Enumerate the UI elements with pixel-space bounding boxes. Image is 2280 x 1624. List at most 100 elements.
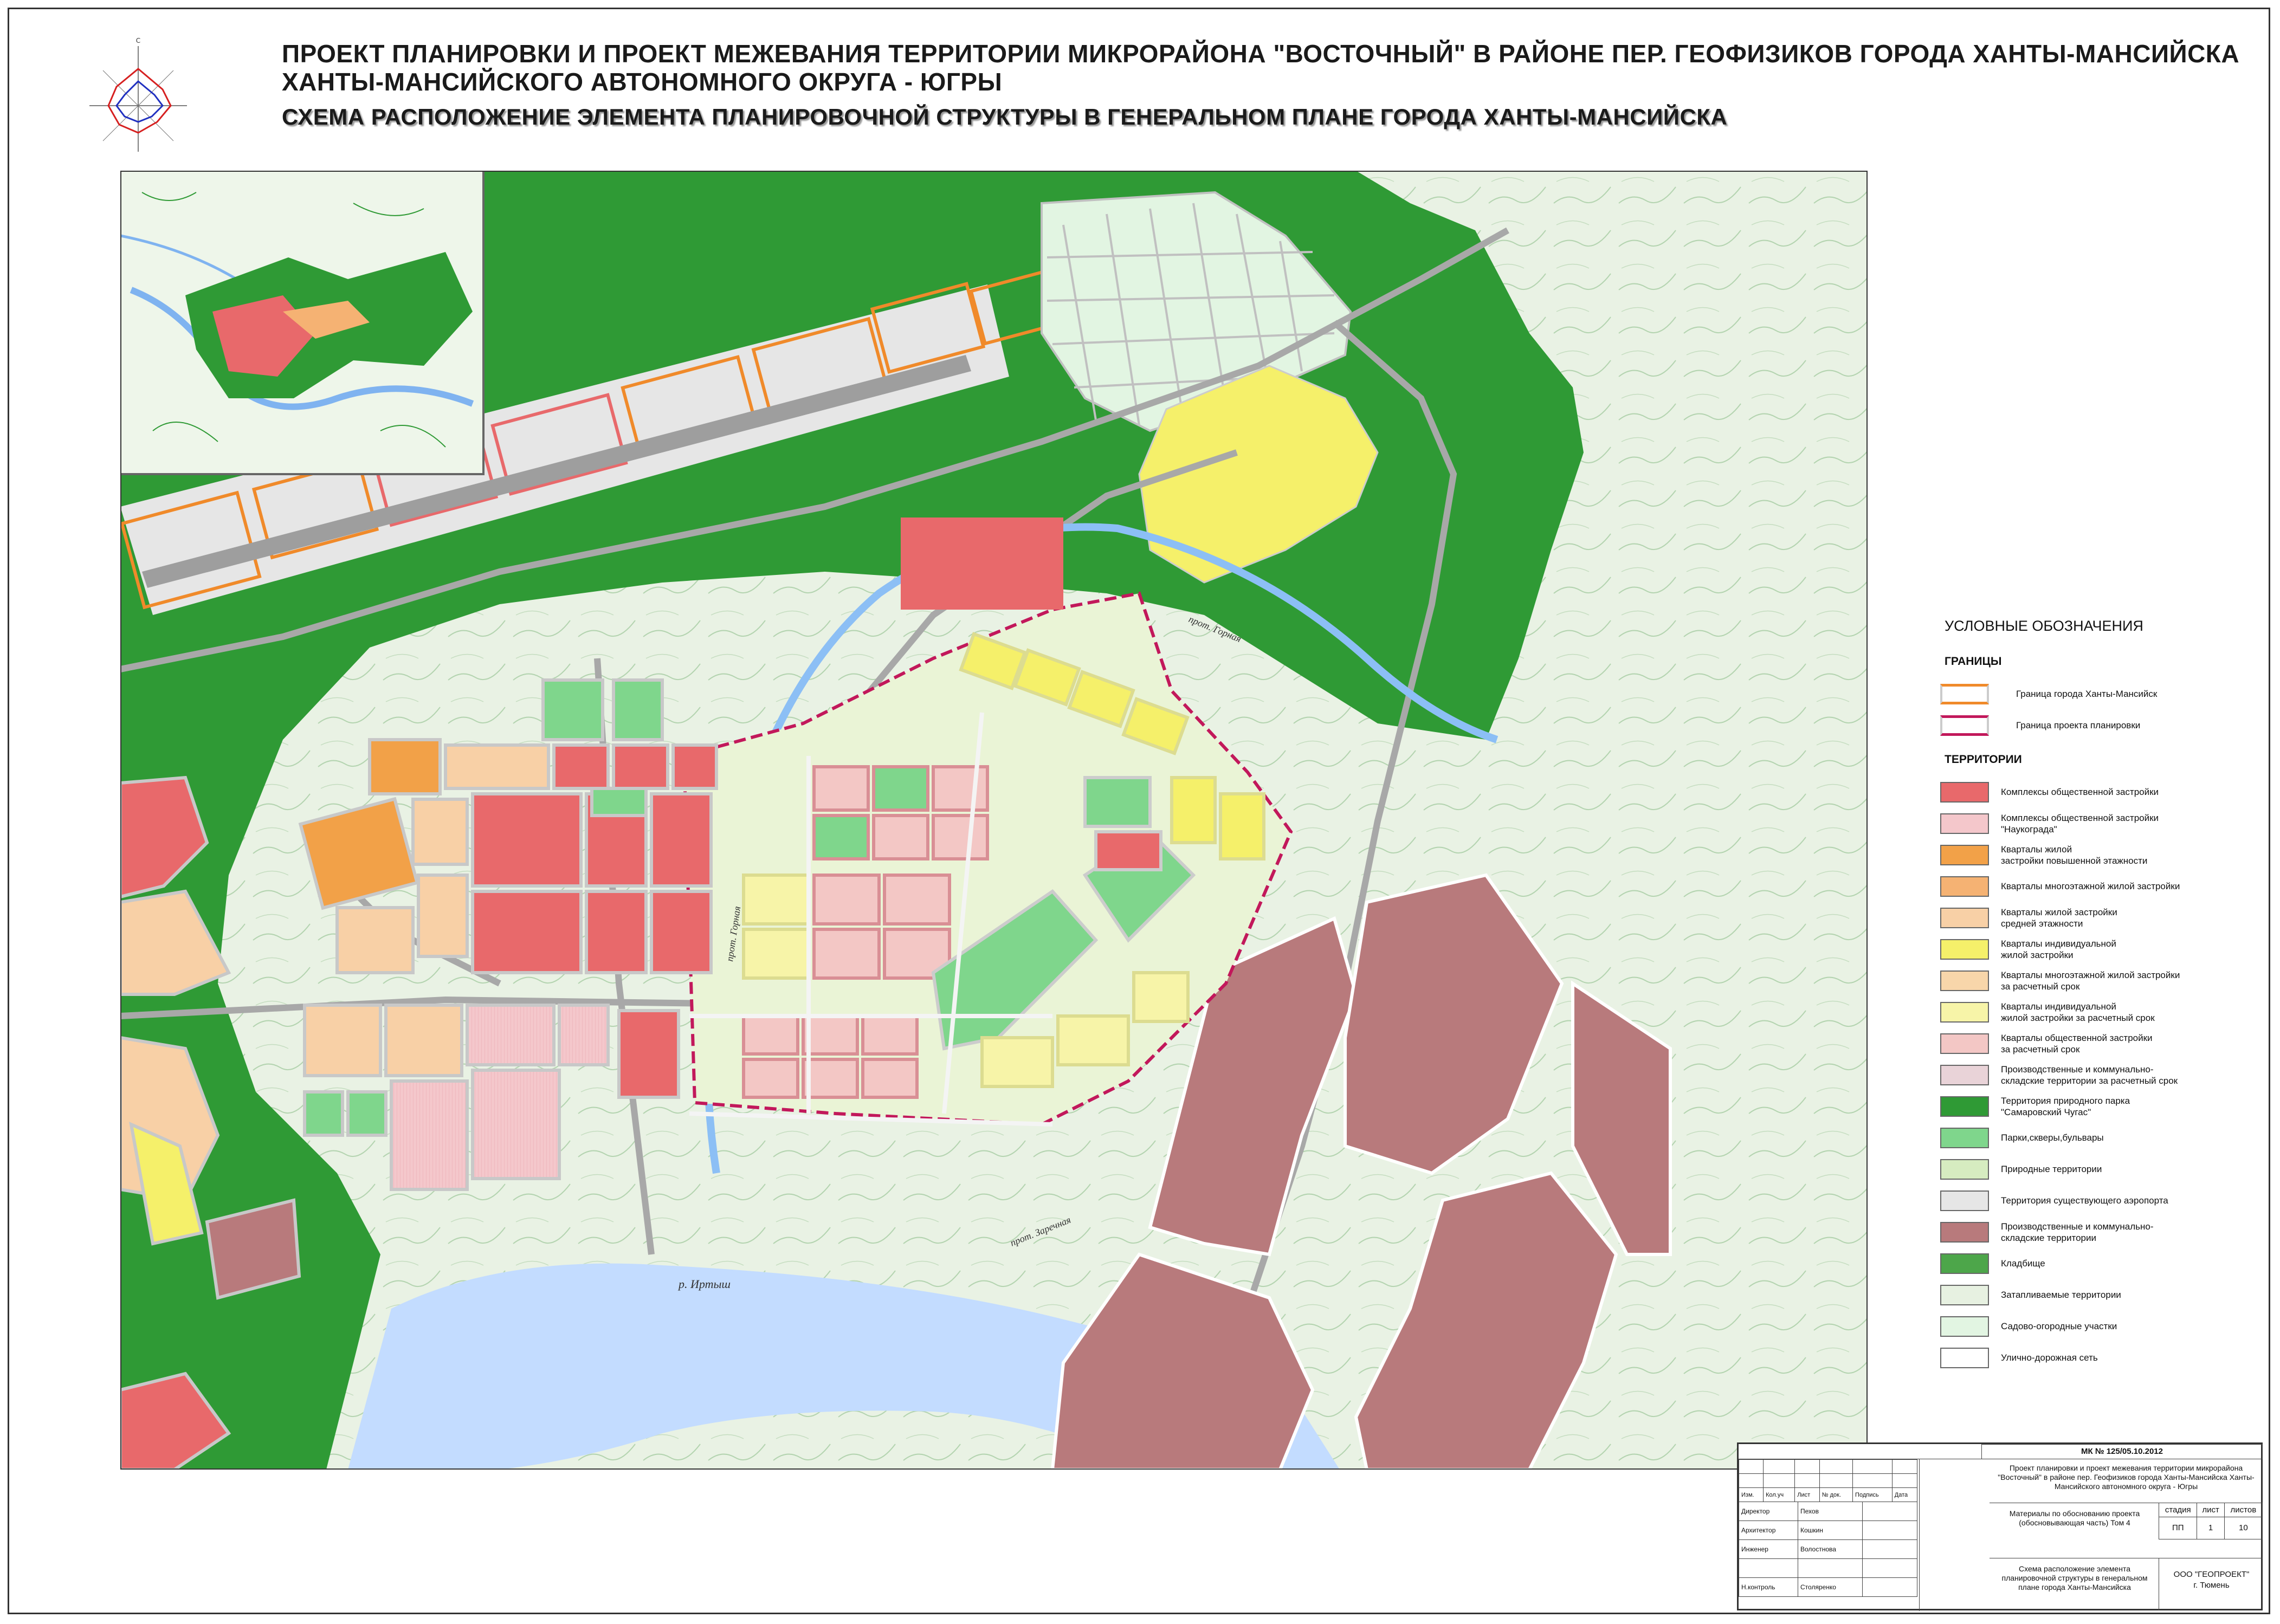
legend-border-label: Граница проекта планировки — [2016, 720, 2141, 730]
legend-item-label: Производственные и коммунально- складски… — [2001, 1064, 2178, 1086]
compass-rose-icon: С — [89, 37, 187, 152]
legend-border-label: Граница города Ханты-Мансийск — [2016, 689, 2158, 699]
legend-item-row: Кварталы индивидуальной жилой застройки — [1940, 937, 2244, 961]
legend-item-label: Территория существующего аэропорта — [2001, 1195, 2168, 1206]
legend-swatch — [1940, 844, 1989, 865]
stamp-header-cell: Изм. — [1738, 1487, 1764, 1502]
stamp-sheets: 10 — [2224, 1517, 2263, 1539]
legend-item-label: Затапливаемые территории — [2001, 1290, 2121, 1300]
legend-item-row: Территория существующего аэропорта — [1940, 1189, 2244, 1212]
legend-swatch — [1940, 1064, 1989, 1085]
stamp-person: Столяренко — [1798, 1577, 1863, 1597]
legend-swatch — [1940, 1284, 1989, 1305]
legend-title: УСЛОВНЫЕ ОБОЗНАЧЕНИЯ — [1945, 618, 2143, 634]
stamp-signature-cell — [1862, 1502, 1917, 1521]
legend-item-label: Кварталы общественной застройки за расче… — [2001, 1032, 2153, 1054]
legend-swatch — [1940, 1190, 1989, 1211]
legend-swatch — [1940, 1127, 1989, 1148]
legend-swatch — [1940, 1096, 1989, 1117]
stamp-volume: Материалы по обоснованию проекта (обосно… — [2009, 1509, 2140, 1527]
map-legend: УСЛОВНЫЕ ОБОЗНАЧЕНИЯ ГРАНИЦЫ Граница гор… — [1940, 618, 2244, 1377]
stamp-signature-cell — [1862, 1539, 1917, 1559]
stamp-header-cell: № док. — [1819, 1487, 1853, 1502]
legend-item-row: Кладбище — [1940, 1252, 2244, 1275]
stamp-role — [1739, 1558, 1798, 1578]
legend-swatch — [1940, 1159, 1989, 1180]
legend-swatch — [1940, 1001, 1989, 1023]
legend-item-row: Кварталы жилой застройки повышенной этаж… — [1940, 843, 2244, 866]
legend-item-row: Кварталы многоэтажной жилой застройки — [1940, 875, 2244, 898]
legend-item-row: Комплексы общественной застройки — [1940, 780, 2244, 804]
legend-item-label: Производственные и коммунально- складски… — [2001, 1221, 2154, 1243]
legend-item-row: Производственные и коммунально- складски… — [1940, 1220, 2244, 1244]
stamp-stage-header: стадия — [2158, 1503, 2198, 1517]
legend-swatch — [1940, 1221, 1989, 1243]
title-line-2: ХАНТЫ-МАНСИЙСКОГО АВТОНОМНОГО ОКРУГА - Ю… — [282, 68, 1003, 96]
label-river-irtysh: р. Иртыш — [677, 1277, 731, 1291]
legend-item-label: Садово-огородные участки — [2001, 1321, 2117, 1331]
stamp-drawing: Схема расположение элемента планировочно… — [2001, 1564, 2148, 1591]
stamp-stage: ПП — [2158, 1517, 2198, 1539]
inset-overview-map — [120, 171, 485, 475]
stamp-role: Инженер — [1739, 1539, 1798, 1559]
legend-item-label: Природные территории — [2001, 1164, 2102, 1174]
title-line-3: СХЕМА РАСПОЛОЖЕНИЕ ЭЛЕМЕНТА ПЛАНИРОВОЧНО… — [282, 104, 1728, 130]
legend-item-row: Кварталы многоэтажной жилой застройки за… — [1940, 969, 2244, 992]
legend-section-borders: ГРАНИЦЫ — [1945, 655, 2002, 668]
stamp-role: Н.контроль — [1739, 1577, 1798, 1597]
stamp-project: Проект планировки и проект межевания тер… — [1998, 1464, 2255, 1491]
legend-swatch — [1940, 1033, 1989, 1054]
legend-item-label: Кварталы жилой застройки средней этажнос… — [2001, 907, 2117, 929]
stamp-org: ООО "ГЕОПРОЕКТ" — [2173, 1570, 2250, 1579]
legend-item-label: Территория природного парка "Самаровский… — [2001, 1095, 2130, 1117]
legend-item-row: Кварталы жилой застройки средней этажнос… — [1940, 906, 2244, 929]
stamp-signature-cell — [1862, 1521, 1917, 1540]
legend-item-label: Кварталы индивидуальной жилой застройки — [2001, 938, 2116, 960]
legend-item-row: Садово-огородные участки — [1940, 1315, 2244, 1338]
legend-item-row: Природные территории — [1940, 1157, 2244, 1181]
master-plan-map[interactable]: р. Иртыш прот. Горная прот. Горная прот.… — [120, 171, 1868, 1470]
legend-border-swatch — [1940, 715, 1989, 736]
legend-item-row: Парки,скверы,бульвары — [1940, 1126, 2244, 1149]
title-block-stamp: МК № 125/05.10.2012 Изм. Кол.уч Лист № док.… — [1737, 1442, 2263, 1611]
legend-item-row: Территория природного парка "Самаровский… — [1940, 1095, 2244, 1118]
legend-swatch — [1940, 1316, 1989, 1337]
legend-section-territories: ТЕРРИТОРИИ — [1945, 753, 2022, 766]
stamp-sheet-header: лист — [2197, 1503, 2225, 1517]
legend-item-label: Кварталы многоэтажной жилой застройки за… — [2001, 969, 2180, 992]
legend-swatch — [1940, 813, 1989, 834]
legend-item-label: Кварталы жилой застройки повышенной этаж… — [2001, 844, 2148, 866]
stamp-header-cell: Кол.уч — [1763, 1487, 1795, 1502]
svg-text:С: С — [136, 37, 140, 44]
legend-border-row: Граница проекта планировки — [1940, 714, 2244, 737]
stamp-signature-cell — [1862, 1577, 1917, 1597]
legend-border-swatch — [1940, 683, 1989, 704]
legend-item-label: Кварталы многоэтажной жилой застройки — [2001, 881, 2180, 891]
stamp-role: Директор — [1739, 1502, 1798, 1521]
stamp-code: МК № 125/05.10.2012 — [1981, 1444, 2263, 1459]
legend-item-row: Затапливаемые территории — [1940, 1283, 2244, 1306]
legend-item-row: Кварталы общественной застройки за расче… — [1940, 1032, 2244, 1055]
stamp-header-cell: Дата — [1891, 1487, 1918, 1502]
title-line-1: ПРОЕКТ ПЛАНИРОВКИ И ПРОЕКТ МЕЖЕВАНИЯ ТЕР… — [282, 40, 2240, 68]
stamp-person: Кошкин — [1798, 1521, 1863, 1540]
stamp-person: Пехов — [1798, 1502, 1863, 1521]
legend-swatch — [1940, 939, 1989, 960]
legend-swatch — [1940, 1253, 1989, 1274]
legend-border-row: Граница города Ханты-Мансийск — [1940, 682, 2244, 706]
legend-item-row: Производственные и коммунально- складски… — [1940, 1063, 2244, 1086]
stamp-sheets-header: листов — [2224, 1503, 2263, 1517]
legend-item-row: Кварталы индивидуальной жилой застройки … — [1940, 1000, 2244, 1024]
legend-swatch — [1940, 876, 1989, 897]
legend-item-label: Кладбище — [2001, 1258, 2045, 1269]
legend-swatch — [1940, 970, 1989, 991]
stamp-header-cell: Подпись — [1852, 1487, 1893, 1502]
stamp-role: Архитектор — [1739, 1521, 1798, 1540]
legend-item-label: Парки,скверы,бульвары — [2001, 1133, 2104, 1143]
stamp-signature-cell — [1862, 1558, 1917, 1578]
legend-item-label: Кварталы индивидуальной жилой застройки … — [2001, 1001, 2155, 1023]
legend-swatch — [1940, 1347, 1989, 1368]
legend-item-label: Улично-дорожная сеть — [2001, 1353, 2098, 1363]
stamp-person — [1798, 1558, 1863, 1578]
legend-item-label: Комплексы общественной застройки — [2001, 787, 2159, 797]
